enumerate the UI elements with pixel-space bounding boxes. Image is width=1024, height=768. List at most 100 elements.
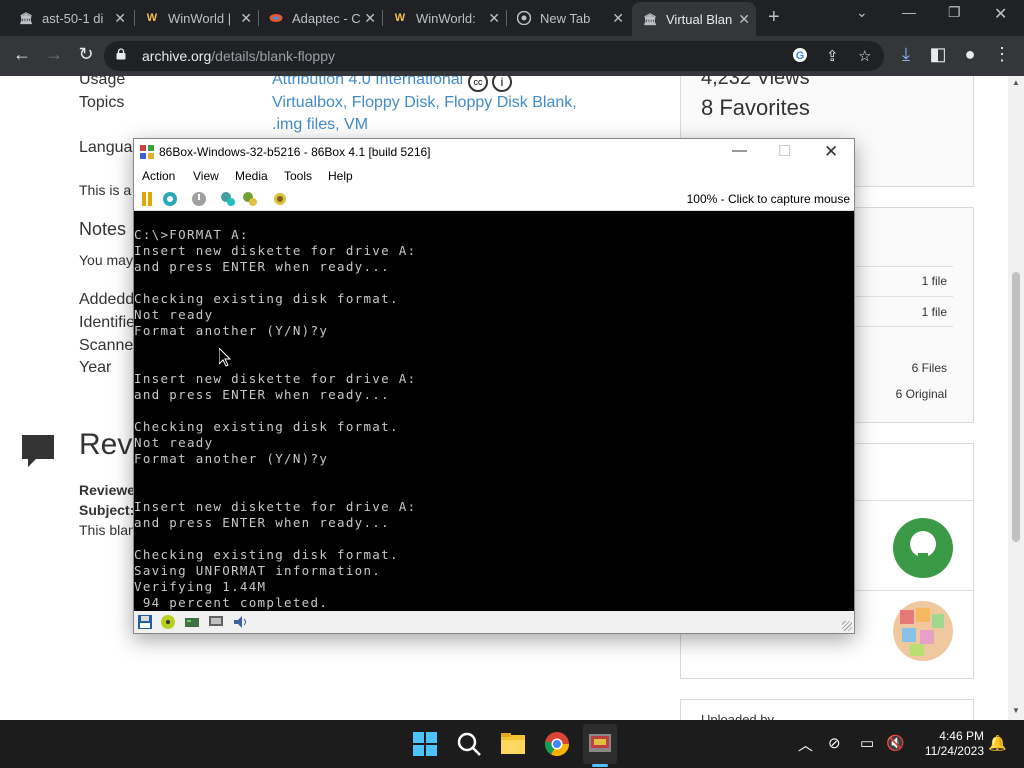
download-icon[interactable]: ⤓ — [894, 44, 918, 65]
page-scrollbar[interactable]: ▲ ▼ — [1008, 76, 1024, 720]
meta-label-language: Langua — [79, 139, 133, 156]
pause-icon[interactable] — [139, 191, 155, 207]
topics-links-2[interactable]: .img files, VM — [272, 116, 368, 134]
chrome-icon[interactable] — [543, 730, 571, 758]
maximize-icon[interactable]: ☐ — [778, 142, 791, 160]
address-bar[interactable]: archive.org/details/blank-floppy G ⇪ ☆ — [104, 41, 884, 71]
window-close-icon[interactable]: ✕ — [994, 4, 1007, 24]
windows-start-icon[interactable] — [411, 730, 439, 758]
volume-muted-icon[interactable]: 🔇 — [886, 734, 905, 752]
uploader-box: Uploaded by — [680, 699, 974, 720]
new-tab-plus-icon[interactable]: + — [768, 6, 780, 29]
clock-time: 4:46 PM — [939, 729, 984, 743]
scroll-down-icon[interactable]: ▼ — [1012, 706, 1020, 715]
lock-icon[interactable] — [116, 48, 126, 60]
forward-arrow-icon[interactable]: → — [42, 44, 66, 65]
minimize-icon[interactable]: — — [732, 142, 747, 159]
file-count[interactable]: 1 file — [922, 305, 947, 319]
review-body: This blan — [79, 522, 136, 538]
close-icon[interactable]: ✕ — [612, 10, 624, 27]
license-link[interactable]: Attribution 4.0 International — [272, 76, 463, 89]
active-app-indicator — [592, 764, 608, 767]
tab-title: New Tab — [540, 10, 591, 26]
favorites-count: 8 Favorites — [701, 95, 810, 120]
tab-title: Adaptec - C — [292, 10, 361, 26]
minimize-icon[interactable]: — — [902, 4, 916, 20]
tab-winworld-1[interactable]: W WinWorld | ✕ — [134, 4, 258, 32]
show-all-files[interactable]: 6 Files — [912, 361, 947, 375]
settings-icon[interactable] — [220, 191, 236, 207]
menu-help[interactable]: Help — [328, 169, 353, 183]
menu-tools[interactable]: Tools — [284, 169, 312, 183]
browser-tab-strip: 🏛 ast-50-1 di ✕ W WinWorld | ✕ Adaptec -… — [0, 0, 1024, 36]
profile-icon[interactable]: ● — [958, 44, 982, 65]
browser-toolbar: ← → ↻ archive.org/details/blank-floppy G… — [0, 36, 1024, 76]
tab-adaptec[interactable]: Adaptec - C ✕ — [258, 4, 382, 32]
tab-title: ast-50-1 di — [42, 10, 104, 26]
86box-menubar: Action View Media Tools Help — [134, 165, 854, 187]
hard-disk-icon[interactable] — [184, 614, 200, 630]
cc-icon: cc — [468, 76, 488, 92]
share-icon[interactable]: ⇪ — [826, 47, 839, 65]
dos-console-text: C:\>FORMAT A: Insert new diskette for dr… — [134, 227, 417, 610]
notification-bell-icon[interactable]: 🔔 — [988, 734, 1007, 752]
bookmark-star-icon[interactable]: ☆ — [858, 47, 871, 65]
tab-archive-1[interactable]: 🏛 ast-50-1 di ✕ — [8, 4, 132, 32]
scroll-up-icon[interactable]: ▲ — [1012, 78, 1020, 87]
menu-view[interactable]: View — [193, 169, 219, 183]
floppy-drive-icon[interactable] — [137, 614, 153, 630]
close-icon[interactable]: ✕ — [114, 10, 126, 27]
resize-grip-icon[interactable] — [842, 621, 852, 631]
taskbar-clock[interactable]: 4:46 PM 11/24/2023 — [912, 729, 984, 759]
collection-thumbnail-icon[interactable] — [892, 600, 954, 662]
tab-winworld-2[interactable]: W WinWorld: ✕ — [382, 4, 506, 32]
topics-links[interactable]: Virtualbox, Floppy Disk, Floppy Disk Bla… — [272, 94, 577, 112]
hardware-icon[interactable] — [242, 191, 258, 207]
side-panel-icon[interactable]: ◧ — [926, 44, 950, 65]
close-icon[interactable]: ✕ — [824, 142, 838, 162]
close-icon[interactable]: ✕ — [738, 11, 750, 28]
open-source-logo-icon[interactable] — [892, 517, 954, 579]
display-icon[interactable]: ▭ — [860, 734, 874, 752]
capture-mouse-status[interactable]: 100% - Click to capture mouse — [687, 192, 850, 206]
ctrl-alt-del-icon[interactable] — [162, 191, 178, 207]
clock-date: 11/24/2023 — [924, 744, 984, 758]
scrollbar-thumb[interactable] — [1012, 272, 1020, 542]
close-icon[interactable]: ✕ — [364, 10, 376, 27]
speech-bubble-icon — [22, 435, 54, 467]
svg-text:G: G — [796, 50, 805, 62]
url-host: archive.org — [142, 48, 212, 64]
notes-heading: Notes — [79, 219, 127, 239]
network-disconnected-icon[interactable]: ⊘ — [828, 734, 841, 752]
power-icon[interactable] — [191, 191, 207, 207]
close-icon[interactable]: ✕ — [488, 10, 500, 27]
menu-media[interactable]: Media — [235, 169, 268, 183]
sound-icon[interactable] — [232, 614, 248, 630]
meta-label-identifier: Identifie — [79, 314, 136, 331]
86box-taskbar-icon[interactable] — [586, 730, 614, 758]
file-count[interactable]: 1 file — [922, 274, 947, 288]
url-text[interactable]: archive.org/details/blank-floppy — [142, 48, 335, 64]
reload-icon[interactable]: ↻ — [74, 44, 98, 65]
close-icon[interactable]: ✕ — [240, 10, 252, 27]
86box-titlebar[interactable]: 86Box-Windows-32-b5216 - 86Box 4.1 [buil… — [134, 139, 854, 165]
cdrom-drive-icon[interactable] — [160, 614, 176, 630]
file-explorer-icon[interactable] — [499, 730, 527, 758]
restore-icon[interactable]: ❐ — [948, 4, 961, 21]
tab-new-tab[interactable]: New Tab ✕ — [506, 4, 630, 32]
search-icon[interactable] — [455, 730, 483, 758]
back-arrow-icon[interactable]: ← — [10, 44, 34, 65]
menu-action[interactable]: Action — [142, 169, 175, 183]
url-path: /details/blank-floppy — [211, 48, 336, 64]
subject-label: Subject: — [79, 502, 135, 518]
chevron-up-icon[interactable]: ︿ — [798, 734, 813, 755]
emulated-dos-screen[interactable]: C:\>FORMAT A: Insert new diskette for dr… — [134, 211, 854, 611]
original-files[interactable]: 6 Original — [896, 387, 947, 401]
menu-kebab-icon[interactable]: ⋮ — [990, 44, 1014, 65]
google-lens-icon[interactable]: G — [792, 47, 808, 67]
86box-window: 86Box-Windows-32-b5216 - 86Box 4.1 [buil… — [133, 138, 855, 634]
network-icon[interactable] — [208, 614, 224, 630]
tab-search-chevron-icon[interactable]: ⌄ — [856, 4, 868, 21]
tab-virtual-blank-active[interactable]: 🏛 Virtual Blan ✕ — [632, 2, 756, 36]
screenshot-icon[interactable] — [272, 191, 288, 207]
